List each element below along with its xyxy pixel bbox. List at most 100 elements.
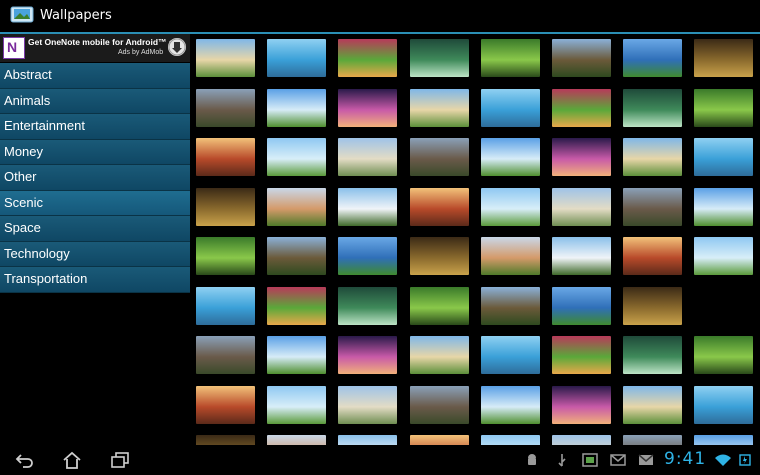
wallpaper-thumbnail[interactable] — [338, 336, 398, 374]
wallpaper-thumbnail[interactable] — [694, 435, 754, 445]
wallpaper-thumbnail[interactable] — [623, 39, 683, 77]
action-bar: Wallpapers — [0, 0, 760, 34]
status-clock: 9:41 — [664, 449, 707, 469]
wallpaper-thumbnail[interactable] — [338, 286, 398, 325]
wallpaper-thumbnail[interactable] — [552, 237, 611, 275]
wallpaper-thumbnail[interactable] — [196, 336, 255, 374]
wallpaper-thumbnail[interactable] — [480, 39, 540, 77]
wallpaper-thumbnail[interactable] — [267, 237, 327, 275]
wallpaper-thumbnail[interactable] — [623, 138, 683, 176]
onenote-letter: N — [7, 39, 18, 55]
wallpaper-thumbnail[interactable] — [409, 88, 469, 127]
wallpaper-thumbnail[interactable] — [552, 286, 611, 325]
wallpaper-thumbnail[interactable] — [623, 88, 683, 127]
wallpaper-thumbnail[interactable] — [409, 39, 469, 77]
wallpaper-thumbnail[interactable] — [267, 187, 327, 226]
wallpaper-thumbnail[interactable] — [623, 385, 683, 424]
wallpaper-thumbnail[interactable] — [338, 39, 398, 77]
wallpaper-thumbnail[interactable] — [409, 187, 469, 226]
wallpaper-thumbnail[interactable] — [623, 187, 683, 226]
category-item-technology[interactable]: Technology — [0, 241, 190, 267]
wallpaper-thumbnail[interactable] — [623, 336, 683, 374]
wallpaper-thumbnail[interactable] — [552, 385, 611, 424]
wallpaper-thumbnail[interactable] — [480, 385, 540, 424]
email-icon — [610, 454, 626, 466]
wallpaper-thumbnail[interactable] — [694, 336, 754, 374]
category-item-animals[interactable]: Animals — [0, 88, 190, 114]
wallpaper-thumbnail[interactable] — [480, 138, 540, 176]
battery-icon — [739, 454, 751, 466]
home-icon[interactable] — [61, 450, 83, 470]
wallpaper-thumbnail[interactable] — [196, 286, 255, 325]
wallpaper-thumbnail[interactable] — [480, 88, 540, 127]
wallpaper-thumbnail[interactable] — [267, 88, 327, 127]
download-icon[interactable] — [168, 38, 186, 56]
wallpaper-thumbnail[interactable] — [623, 286, 683, 325]
wallpaper-thumbnail[interactable] — [196, 237, 255, 275]
category-item-other[interactable]: Other — [0, 165, 190, 191]
category-item-entertainment[interactable]: Entertainment — [0, 114, 190, 140]
category-label: Money — [4, 143, 44, 159]
category-item-abstract[interactable]: Abstract — [0, 63, 190, 89]
wallpaper-thumbnail[interactable] — [338, 187, 398, 226]
app-title: Wallpapers — [40, 8, 112, 23]
wallpaper-thumbnail[interactable] — [694, 187, 754, 226]
back-icon[interactable] — [14, 450, 36, 470]
recent-apps-icon[interactable] — [109, 450, 131, 470]
category-label: Transportation — [4, 271, 88, 286]
wallpaper-thumbnail[interactable] — [623, 435, 683, 445]
wallpaper-thumbnail[interactable] — [338, 385, 398, 424]
wallpaper-grid — [196, 39, 760, 445]
wallpaper-thumbnail[interactable] — [338, 237, 398, 275]
wallpaper-thumbnail[interactable] — [694, 385, 754, 424]
wallpaper-thumbnail[interactable] — [480, 336, 540, 374]
wallpaper-thumbnail[interactable] — [623, 237, 683, 275]
ad-banner[interactable]: N Get OneNote mobile for Android™ app Ad… — [0, 34, 190, 62]
wallpaper-thumbnail[interactable] — [552, 39, 611, 77]
wallpaper-thumbnail[interactable] — [409, 237, 469, 275]
wallpaper-thumbnail[interactable] — [552, 88, 611, 127]
wallpaper-thumbnail[interactable] — [267, 336, 327, 374]
wallpaper-thumbnail[interactable] — [196, 39, 255, 77]
category-item-money[interactable]: Money — [0, 139, 190, 165]
wallpaper-thumbnail[interactable] — [552, 435, 611, 445]
wallpaper-thumbnail[interactable] — [267, 286, 327, 325]
category-item-space[interactable]: Space — [0, 216, 190, 242]
wallpaper-thumbnail[interactable] — [409, 286, 469, 325]
category-item-transportation[interactable]: Transportation — [0, 267, 190, 293]
wallpaper-thumbnail[interactable] — [480, 237, 540, 275]
category-label: Technology — [4, 245, 70, 261]
wallpaper-thumbnail[interactable] — [196, 88, 255, 127]
wallpaper-thumbnail[interactable] — [196, 435, 255, 445]
wallpaper-thumbnail[interactable] — [338, 88, 398, 127]
wallpaper-thumbnail[interactable] — [267, 39, 327, 77]
wallpaper-thumbnail[interactable] — [694, 88, 754, 127]
wallpaper-thumbnail[interactable] — [338, 435, 398, 445]
wallpaper-thumbnail[interactable] — [694, 237, 754, 275]
wallpaper-thumbnail[interactable] — [694, 138, 754, 176]
wallpaper-thumbnail[interactable] — [694, 39, 754, 77]
category-label: Animals — [4, 92, 51, 108]
wallpaper-thumbnail[interactable] — [409, 385, 469, 424]
wallpaper-thumbnail[interactable] — [409, 336, 469, 374]
wallpaper-thumbnail[interactable] — [338, 138, 398, 176]
wallpaper-thumbnail[interactable] — [409, 138, 469, 176]
wallpaper-app-icon[interactable] — [9, 4, 35, 26]
android-debug-icon — [528, 454, 536, 465]
wallpaper-thumbnail[interactable] — [196, 187, 255, 226]
wallpaper-thumbnail[interactable] — [480, 435, 540, 445]
wallpaper-thumbnail[interactable] — [552, 336, 611, 374]
wallpaper-thumbnail[interactable] — [552, 187, 611, 226]
wallpaper-thumbnail[interactable] — [409, 435, 469, 445]
system-bar: 9:41 — [0, 445, 760, 475]
wallpaper-thumbnail[interactable] — [480, 187, 540, 226]
wallpaper-thumbnail[interactable] — [480, 286, 540, 325]
category-item-scenic[interactable]: Scenic — [0, 190, 190, 216]
category-label: Entertainment — [4, 118, 85, 133]
wallpaper-thumbnail[interactable] — [267, 385, 327, 424]
wallpaper-thumbnail[interactable] — [267, 435, 327, 445]
wallpaper-thumbnail[interactable] — [196, 138, 255, 176]
wallpaper-thumbnail[interactable] — [267, 138, 327, 176]
wallpaper-thumbnail[interactable] — [552, 138, 611, 176]
wallpaper-thumbnail[interactable] — [196, 385, 255, 424]
